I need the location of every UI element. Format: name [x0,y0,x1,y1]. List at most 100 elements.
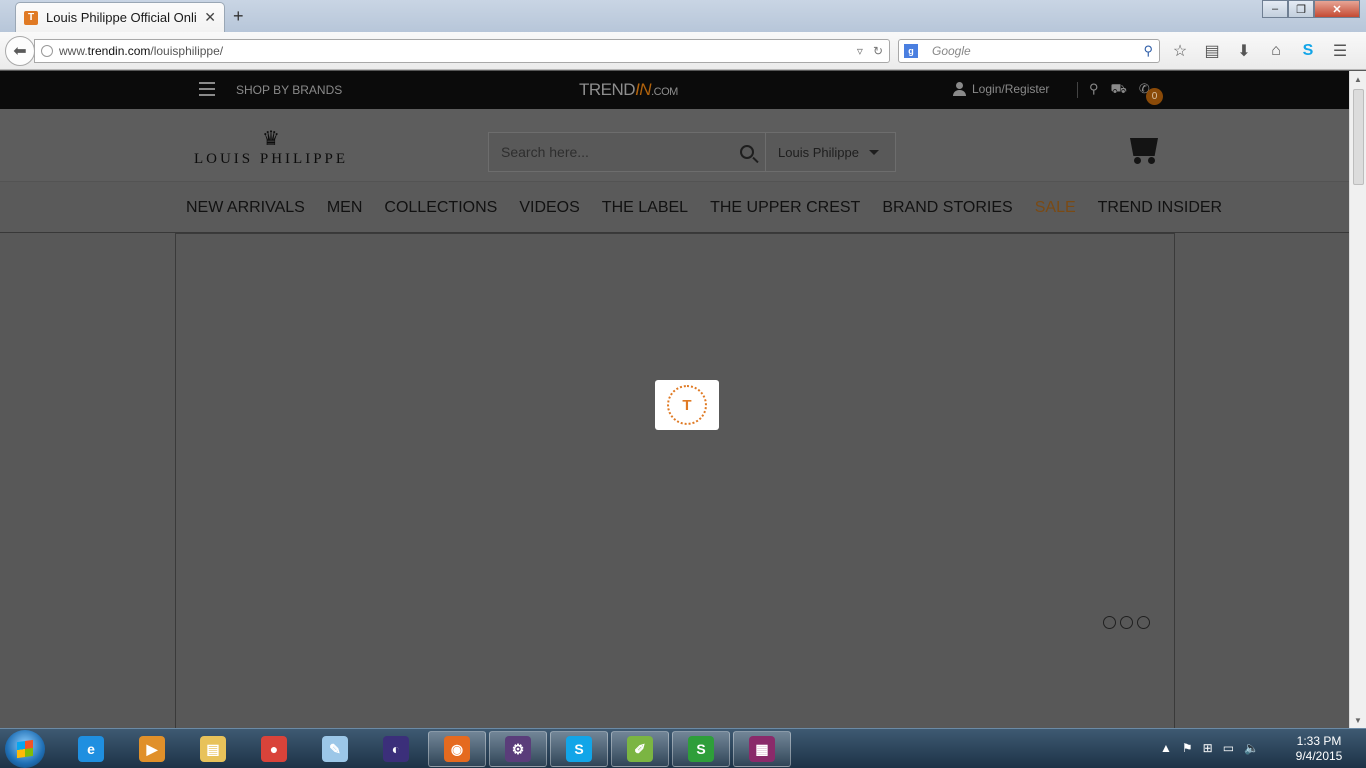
action-center-flag-icon[interactable]: ⚑ [1182,741,1193,755]
reload-icon[interactable]: ↻ [873,44,883,58]
cart-icon[interactable] [1128,132,1164,164]
minimize-button[interactable]: – [1262,0,1288,18]
trendin-logo[interactable]: TRENDIN.COM [579,80,678,100]
taskbar-app-firefox[interactable]: ◉ [428,731,486,767]
login-register-link[interactable]: Login/Register [953,82,1049,96]
taskbar-app-notepad-plus[interactable]: ✐ [611,731,669,767]
sublime-green-icon: S [688,736,714,762]
caret-down-icon [868,149,879,155]
menu-item-brand-stories[interactable]: BRAND STORIES [882,199,1012,217]
vertical-scrollbar[interactable]: ▲ ▼ [1349,71,1366,728]
menu-item-trend-insider[interactable]: TREND INSIDER [1098,199,1222,217]
taskbar-app-sublime-green[interactable]: S [672,731,730,767]
taskbar-app-eclipse-java-ee[interactable]: ⚙ [489,731,547,767]
winrar-icon: ▦ [749,736,775,762]
bookmark-star-icon[interactable]: ☆ [1170,41,1190,61]
search-button[interactable] [729,133,765,171]
back-button[interactable]: ⬅ [5,36,35,66]
site-top-strip: SHOP BY BRANDS TRENDIN.COM Login/Registe… [0,71,1349,109]
scroll-up-arrow-icon[interactable]: ▲ [1354,75,1362,84]
search-go-icon[interactable]: ⚲ [1143,43,1153,59]
taskbar-app-skype[interactable]: S [550,731,608,767]
loading-spinner: T [655,380,719,430]
browser-titlebar: T Louis Philippe Official Onli... ✕ + – … [0,0,1366,32]
windows-taskbar: e ▶ ▤ ● ✎ ◐ ◉ ⚙ S ✐ S ▦ ▲ ⚑ ⊞ ▭ 🔈 1:33 PM 9/4/2015 [0,728,1366,768]
clock-time: 1:33 PM [1296,734,1342,748]
menu-item-new-arrivals[interactable]: NEW ARRIVALS [186,199,305,217]
site-header: ♛ LOUIS PHILIPPE Louis Philippe [0,109,1349,181]
crown-icon: ♛ [262,128,280,150]
louis-philippe-logo[interactable]: ♛ LOUIS PHILIPPE [190,129,352,168]
show-hidden-icons-icon[interactable]: ▲ [1160,741,1172,755]
taskbar-clock[interactable]: 1:33 PM 9/4/2015 [1289,734,1349,764]
brand-select-dropdown[interactable]: Louis Philippe [765,133,895,171]
menu-item-videos[interactable]: VIDEOS [519,199,579,217]
new-tab-button[interactable]: + [233,6,244,27]
download-icon[interactable]: ⬇ [1234,41,1254,61]
home-icon[interactable]: ⌂ [1266,41,1286,61]
network-icon[interactable]: ▭ [1223,741,1234,755]
menu-icon[interactable]: ☰ [1330,41,1350,61]
globe-icon [41,45,53,57]
hamburger-menu-icon[interactable] [199,82,215,96]
search-input[interactable] [489,133,729,171]
hero-banner-carousel: T [175,233,1175,728]
close-window-button[interactable]: ✕ [1314,0,1360,18]
taskbar-app-winrar[interactable]: ▦ [733,731,791,767]
taskbar-app-file-explorer[interactable]: ▤ [184,731,242,767]
menu-item-collections[interactable]: COLLECTIONS [384,199,497,217]
taskbar-app-media-player[interactable]: ▶ [123,731,181,767]
browser-toolbar: ☆ ▤ ⬇ ⌂ S ☰ [1170,41,1350,61]
webpage: SHOP BY BRANDS TRENDIN.COM Login/Registe… [0,71,1349,728]
carousel-dot[interactable] [1137,616,1150,629]
scrollbar-thumb[interactable] [1353,89,1364,185]
taskbar-app-chrome[interactable]: ● [245,731,303,767]
shop-by-brands-link[interactable]: SHOP BY BRANDS [236,83,342,97]
url-bar[interactable]: www.trendin.com/louisphilippe/ ▿ ↻ [34,39,890,63]
carousel-dot[interactable] [1103,616,1116,629]
start-button[interactable] [5,730,45,768]
carousel-dots [1103,616,1150,629]
taskbar-app-eclipse[interactable]: ◐ [367,731,425,767]
store-locator-icon[interactable]: ⚲ [1089,81,1099,99]
clock-date: 9/4/2015 [1295,749,1343,763]
menu-item-sale[interactable]: SALE [1035,199,1076,217]
search-icon [740,145,754,159]
eclipse-icon: ◐ [383,736,409,762]
chrome-icon: ● [261,736,287,762]
carousel-dot[interactable] [1120,616,1133,629]
eclipse-java-ee-icon: ⚙ [505,736,531,762]
dropdown-history-icon[interactable]: ▿ [857,44,863,58]
notepad-icon: ✎ [322,736,348,762]
menu-item-the-label[interactable]: THE LABEL [602,199,688,217]
internet-explorer-icon: e [78,736,104,762]
browser-tab[interactable]: T Louis Philippe Official Onli... ✕ [15,2,225,32]
windows-icon[interactable]: ⊞ [1203,741,1213,755]
menu-item-the-upper-crest[interactable]: THE UPPER CREST [710,199,860,217]
scroll-down-arrow-icon[interactable]: ▼ [1354,716,1362,725]
media-player-icon: ▶ [139,736,165,762]
skype-icon[interactable]: S [1298,41,1318,61]
close-tab-icon[interactable]: ✕ [204,9,216,26]
system-tray: ▲ ⚑ ⊞ ▭ 🔈 [1160,741,1259,755]
taskbar-apps: e ▶ ▤ ● ✎ ◐ ◉ ⚙ S ✐ S ▦ [62,731,791,767]
taskbar-app-notepad[interactable]: ✎ [306,731,364,767]
google-engine-icon[interactable]: g [904,44,918,58]
main-menu: NEW ARRIVALS MEN COLLECTIONS VIDEOS THE … [0,181,1349,233]
back-arrow-icon: ⬅ [13,43,27,60]
track-order-truck-icon[interactable]: ⛟ [1111,81,1127,99]
reading-list-icon[interactable]: ▤ [1202,41,1222,61]
divider [1077,82,1078,98]
taskbar-app-internet-explorer[interactable]: e [62,731,120,767]
notepad-plus-icon: ✐ [627,736,653,762]
skype-icon: S [566,736,592,762]
menu-item-men[interactable]: MEN [327,199,363,217]
browser-search-bar[interactable]: g Google ⚲ [898,39,1160,63]
tab-title: Louis Philippe Official Onli... [46,10,196,25]
maximize-button[interactable]: ❐ [1288,0,1314,18]
browser-search-placeholder: Google [932,44,971,58]
tab-favicon-icon: T [24,10,38,25]
volume-muted-icon[interactable]: 🔈 [1244,741,1259,755]
url-text: www.trendin.com/louisphilippe/ [59,44,224,58]
user-icon [953,82,966,96]
